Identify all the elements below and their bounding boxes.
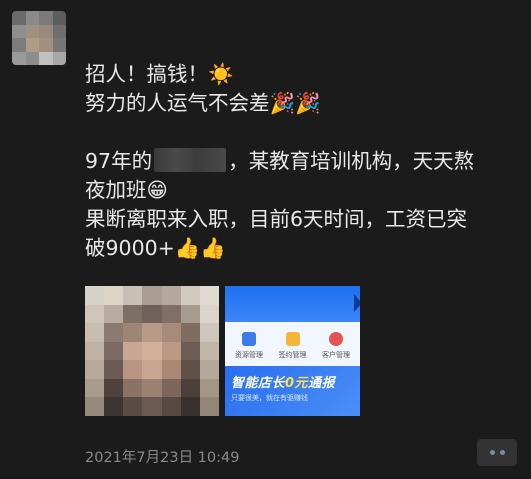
app-header-bar xyxy=(225,286,360,322)
banner-title-suffix: 通报 xyxy=(308,376,336,391)
post-line: 努力的人运气不会差🎉🎉 xyxy=(85,91,321,115)
redacted-text xyxy=(154,148,227,172)
app-menu-label: 签约管理 xyxy=(278,351,307,359)
app-menu-item: 资源管理 xyxy=(229,332,269,360)
app-banner: 智能店长0元通报 只要很美，就在有驱赚钱 xyxy=(225,366,360,416)
app-menu-label: 客户管理 xyxy=(322,351,350,359)
document-icon xyxy=(285,332,300,346)
post-line-segment: 97年的 xyxy=(85,149,153,173)
app-menu-row: 资源管理 签约管理 客户管理 xyxy=(225,322,360,360)
post-line: 破9000+👍👍 xyxy=(85,236,226,260)
user-icon xyxy=(329,332,343,346)
banner-title: 智能店长0元通报 xyxy=(231,372,354,391)
more-dots-icon xyxy=(489,450,495,455)
banner-title-prefix: 智能店长 xyxy=(231,376,286,391)
arrow-right-icon xyxy=(354,294,360,312)
post-line: 招人！搞钱！☀️ xyxy=(85,62,234,86)
post-line: 果断离职来入职，目前6天时间，工资已突 xyxy=(85,207,468,231)
banner-title-highlight: 0元 xyxy=(285,376,309,391)
photo-thumbnail-person[interactable] xyxy=(85,286,219,416)
photo-thumbnail-app-screenshot[interactable]: 资源管理 签约管理 客户管理 智能店长0元通报 只要很美，就在有驱赚钱 xyxy=(225,286,360,416)
post-line-segment: ，某教育培训机构，天天熬 xyxy=(228,149,475,173)
more-button[interactable] xyxy=(477,439,517,466)
banner-subtitle: 只要很美，就在有驱赚钱 xyxy=(231,394,308,402)
app-menu-item: 客户管理 xyxy=(316,332,356,360)
app-menu-label: 资源管理 xyxy=(235,351,263,359)
app-menu-item: 签约管理 xyxy=(273,332,313,360)
post-line: 97年的 ，某教育培训机构，天天熬 xyxy=(85,147,525,176)
more-dots-icon xyxy=(499,450,505,455)
avatar[interactable] xyxy=(12,11,66,65)
post-text: 招人！搞钱！☀️ 努力的人运气不会差🎉🎉 97年的 ，某教育培训机构，天天熬 夜加… xyxy=(85,60,525,263)
post-line: 夜加班😁 xyxy=(85,178,168,202)
post-timestamp: 2021年7月23日 10:49 xyxy=(85,450,240,466)
layers-icon xyxy=(242,332,256,346)
